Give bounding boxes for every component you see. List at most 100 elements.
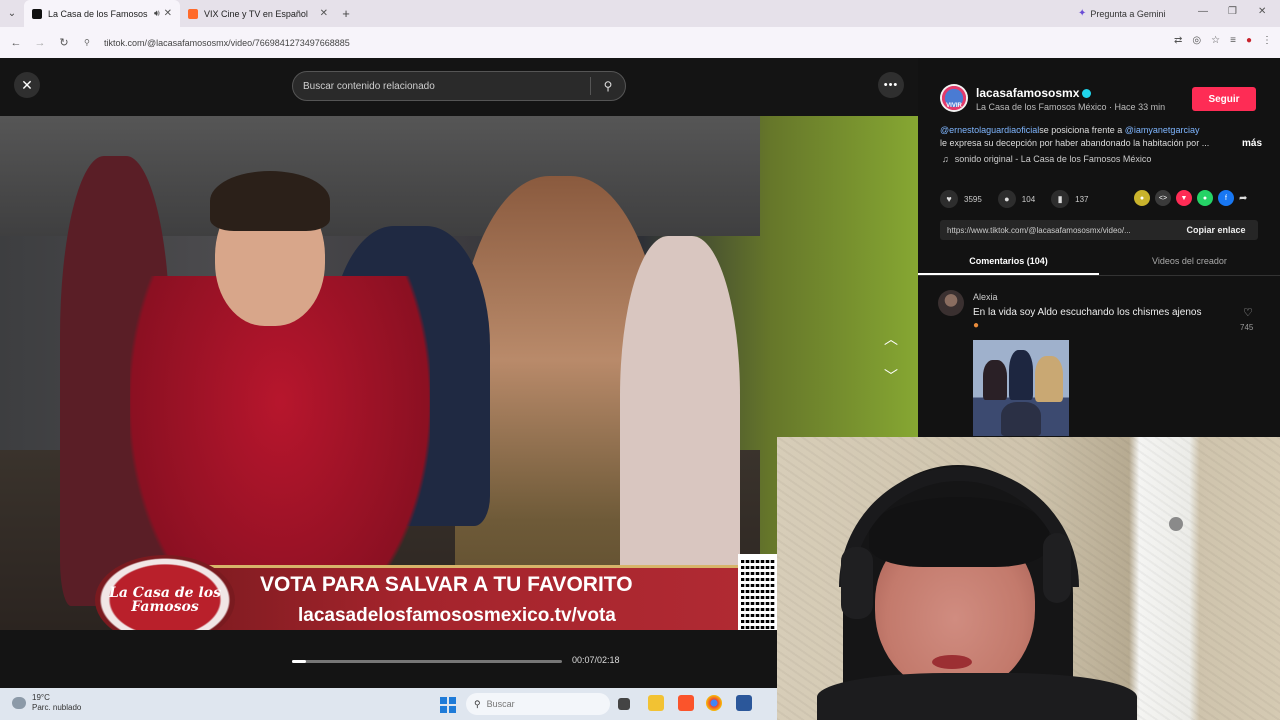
commenter-name[interactable]: Alexia [973, 292, 998, 302]
weather-desc: Parc. nublado [32, 703, 82, 712]
close-tab-icon[interactable]: ✕ [320, 8, 328, 19]
qr-code [738, 554, 778, 630]
desc-text: se posiciona frente a [1039, 125, 1123, 135]
headphone-cup [1043, 533, 1071, 603]
tab-search-menu-button[interactable]: ⌄ [0, 0, 24, 27]
music-note-icon: ♫ [942, 154, 949, 164]
forward-icon[interactable]: → [28, 37, 52, 49]
task-view-icon[interactable] [618, 698, 630, 710]
desc-text: le expresa su decepción por haber abando… [940, 138, 1210, 148]
close-tab-icon[interactable]: ✕ [164, 8, 172, 19]
comment-like-icon[interactable]: ♡ [1243, 306, 1253, 319]
related-search-box: ⚲ [292, 71, 626, 101]
back-icon[interactable]: ← [4, 37, 28, 49]
creator-username[interactable]: lacasafamososmx [976, 86, 1092, 100]
banner-headline: VOTA PARA SALVAR A TU FAVORITO [260, 573, 633, 596]
related-search-input[interactable] [303, 80, 590, 92]
translate-icon[interactable]: ⇄ [1174, 35, 1182, 46]
brave-icon[interactable] [678, 695, 694, 711]
toolbar-icons: ⇄ ◎ ☆ ≡ ● ⋮ [1174, 35, 1272, 46]
copy-link-button[interactable]: Copiar enlace [1174, 225, 1258, 235]
eye-off-icon[interactable]: ◎ [1192, 35, 1201, 46]
browser-menu-icon[interactable]: ⋮ [1262, 35, 1272, 46]
extensions-icon[interactable]: ≡ [1230, 35, 1236, 46]
door-handle [1169, 517, 1183, 531]
chrome-icon[interactable] [706, 695, 722, 711]
next-video-button[interactable]: ﹀ [878, 363, 904, 389]
username-text: lacasafamososmx [976, 86, 1080, 100]
close-window-icon[interactable]: ✕ [1258, 6, 1266, 17]
restore-icon[interactable]: ❐ [1228, 6, 1237, 17]
save-count: 137 [1075, 194, 1089, 204]
speaker-icon[interactable]: 🔊︎ [154, 8, 160, 19]
bookmark-star-icon[interactable]: ☆ [1211, 35, 1220, 46]
chevron-up-icon: ︿ [884, 331, 898, 347]
new-tab-button[interactable]: + [336, 6, 356, 21]
more-options-button[interactable]: ••• [878, 72, 904, 98]
embed-icon[interactable]: <> [1155, 190, 1171, 206]
search-icon[interactable]: ⚲ [591, 79, 625, 93]
gemini-spark-icon: ✦ [1078, 8, 1087, 19]
url-bar[interactable]: ⚲ tiktok.com/@lacasafamososmx/video/7669… [84, 33, 1124, 52]
profile-icon[interactable]: ● [1246, 35, 1252, 46]
commenter-avatar[interactable] [938, 290, 964, 316]
sound-text: sonido original - La Casa de los Famosos… [954, 154, 1152, 164]
taskbar-search[interactable]: ⚲ Buscar [466, 693, 610, 715]
repost-icon[interactable]: ● [1134, 190, 1150, 206]
weather-widget[interactable]: 19°C Parc. nublado [12, 693, 81, 713]
whatsapp-icon[interactable]: ● [1197, 190, 1213, 206]
video-seek-bar[interactable] [292, 660, 562, 663]
headphone-cup [841, 547, 873, 619]
seek-progress [292, 660, 306, 663]
image-person [983, 360, 1007, 400]
site-info-icon[interactable]: ⚲ [84, 38, 96, 47]
comment-image[interactable] [973, 340, 1069, 436]
mention-link[interactable]: @iamyanetgarciay [1125, 125, 1200, 135]
share-link-box: https://www.tiktok.com/@lacasafamososmx/… [940, 220, 1258, 240]
comment-icon[interactable]: ● [997, 190, 1016, 208]
share-arrow-icon[interactable]: ➦ [1239, 193, 1247, 204]
word-icon[interactable] [736, 695, 752, 711]
gemini-button[interactable]: ✦ Pregunta a Gemini [1078, 5, 1165, 22]
show-logo-text: La Casa de los Famosos [109, 585, 221, 615]
send-icon[interactable]: ▼ [1176, 190, 1192, 206]
image-person [1035, 356, 1063, 402]
close-viewer-button[interactable]: ✕ [14, 72, 40, 98]
comment-count: 104 [1021, 194, 1036, 204]
comment-like-count: 745 [1240, 323, 1254, 332]
address-toolbar: ← → ↻ ⚲ tiktok.com/@lacasafamososmx/vide… [0, 27, 1280, 58]
tab-tiktok[interactable]: La Casa de los Famosos M 🔊︎ ✕ [24, 0, 180, 27]
more-button[interactable]: más [1242, 137, 1262, 150]
share-link-text[interactable]: https://www.tiktok.com/@lacasafamososmx/… [940, 226, 1174, 235]
follow-button[interactable]: Seguir [1192, 87, 1256, 111]
heart-icon[interactable]: ♥ [940, 190, 958, 208]
share-row: ● <> ▼ ● f ➦ [1134, 190, 1247, 206]
facebook-icon[interactable]: f [1218, 190, 1234, 206]
engagement-bar: ♥ 3595 ● 104 ▮ 137 [940, 190, 1099, 208]
like-count: 3595 [964, 194, 982, 204]
weather-text: 19°C Parc. nublado [32, 693, 81, 713]
minimize-icon[interactable]: — [1198, 6, 1208, 17]
bookmark-icon[interactable]: ▮ [1051, 190, 1070, 208]
windows-start-icon[interactable] [440, 697, 456, 713]
tab-strip: ⌄ La Casa de los Famosos M 🔊︎ ✕ VIX Cine… [0, 0, 1280, 27]
creator-avatar[interactable]: VIVIR [940, 84, 968, 112]
mention-link[interactable]: @ernestolaguardiaoficial [940, 125, 1039, 135]
close-icon: ✕ [21, 76, 33, 93]
reload-icon[interactable]: ↻ [52, 36, 76, 49]
comment-text: En la vida soy Aldo escuchando los chism… [973, 306, 1243, 332]
tab-comments[interactable]: Comentarios (104) [918, 252, 1099, 275]
previous-video-button[interactable]: ︿ [878, 326, 904, 352]
url-text: tiktok.com/@lacasafamososmx/video/766984… [104, 37, 350, 48]
streamer-lips [932, 655, 972, 669]
search-icon: ⚲ [474, 698, 481, 709]
video-person-hair [210, 171, 330, 231]
tab-vix[interactable]: VIX Cine y TV en Español ✕ [180, 0, 336, 27]
chevron-down-icon: ﹀ [884, 368, 898, 384]
tiktok-favicon-icon [32, 8, 42, 19]
sound-link[interactable]: ♫ sonido original - La Casa de los Famoso… [942, 154, 1151, 164]
file-explorer-icon[interactable] [648, 695, 664, 711]
panel-tabs: Comentarios (104) Videos del creador [918, 252, 1280, 276]
image-person [1009, 350, 1033, 400]
tab-creator-videos[interactable]: Videos del creador [1099, 252, 1280, 275]
